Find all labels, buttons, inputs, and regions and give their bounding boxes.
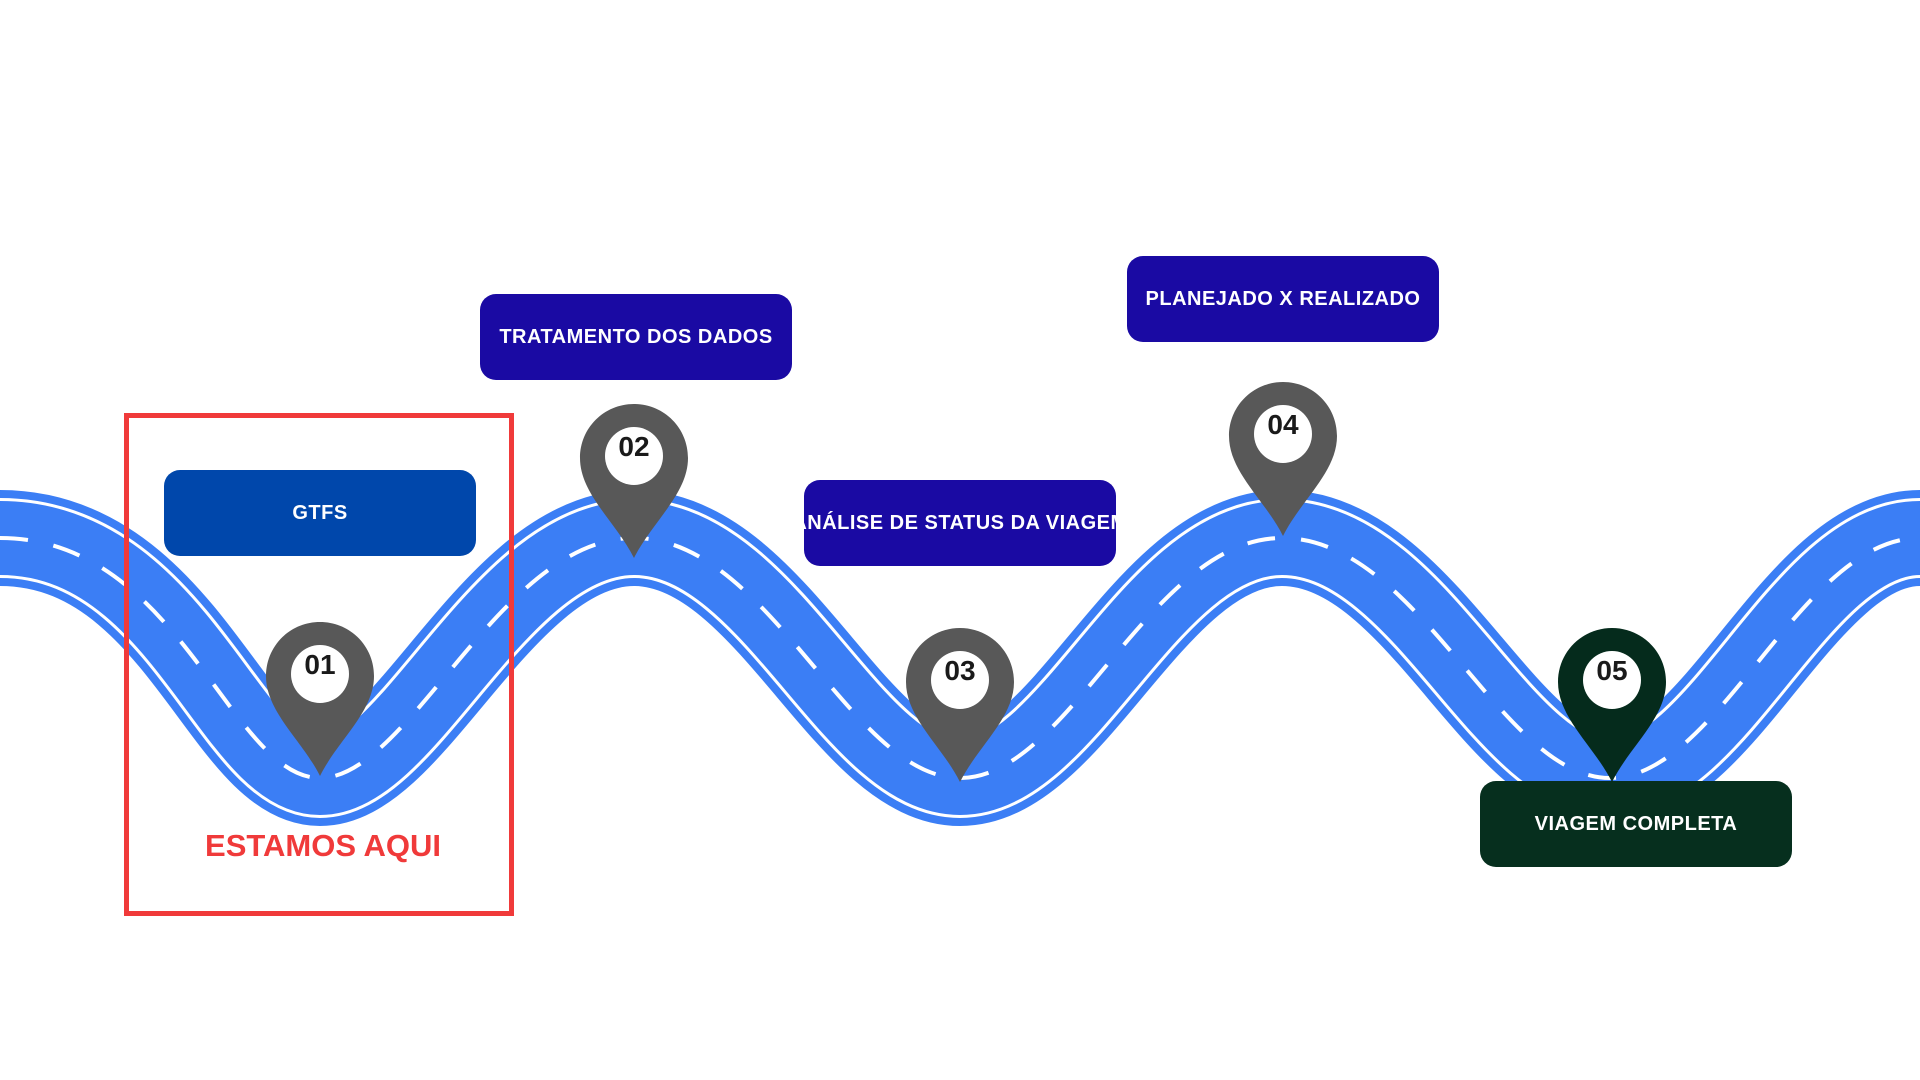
pin-number-03: 03 xyxy=(944,655,976,686)
pin-marker-02: 02 xyxy=(578,402,690,560)
pin-number-02: 02 xyxy=(618,431,650,462)
pin-marker-03: 03 xyxy=(904,626,1016,784)
current-stage-label: ESTAMOS AQUI xyxy=(205,828,441,863)
pin-marker-04: 04 xyxy=(1227,380,1339,538)
stage-2-label: TRATAMENTO DOS DADOS xyxy=(480,294,792,380)
stage-3-label: ANÁLISE DE STATUS DA VIAGEM xyxy=(792,480,1127,566)
pin-number-04: 04 xyxy=(1267,409,1299,440)
pin-marker-05: 05 xyxy=(1556,626,1668,784)
stage-4-label: PLANEJADO X REALIZADO xyxy=(1127,256,1439,342)
stage-5-label: VIAGEM COMPLETA xyxy=(1480,781,1792,867)
pin-number-05: 05 xyxy=(1596,655,1628,686)
